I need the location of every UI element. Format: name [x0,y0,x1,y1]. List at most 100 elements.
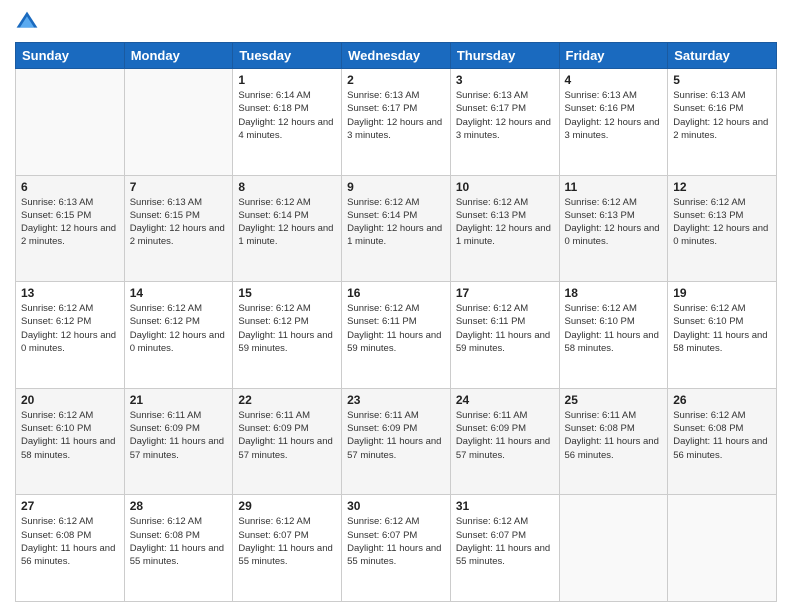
calendar-cell: 30Sunrise: 6:12 AM Sunset: 6:07 PM Dayli… [342,495,451,602]
calendar-cell: 26 Sunrise: 6:12 AM Sunset: 6:08 PM Dayli… [668,388,777,495]
weekday-header-saturday: Saturday [668,43,777,69]
calendar-cell: 4 Sunrise: 6:13 AM Sunset: 6:16 PM Daylig… [559,69,668,176]
week-row-3: 13 Sunrise: 6:12 AM Sunset: 6:12 PM Dayli… [16,282,777,389]
calendar-cell: 16 Sunrise: 6:12 AM Sunset: 6:11 PM Dayli… [342,282,451,389]
day-detail: Sunrise: 6:12 AM Sunset: 6:08 PM Dayligh… [130,515,228,568]
day-detail: Sunrise: 6:14 AM Sunset: 6:18 PM Dayligh… [238,89,336,142]
day-detail: Sunrise: 6:11 AM Sunset: 6:09 PM Dayligh… [347,409,445,462]
logo-icon [15,10,39,34]
calendar-cell: 22 Sunrise: 6:11 AM Sunset: 6:09 PM Dayli… [233,388,342,495]
day-number: 10 [456,180,554,194]
day-number: 8 [238,180,336,194]
day-number: 23 [347,393,445,407]
logo [15,10,43,34]
day-number: 13 [21,286,119,300]
day-detail: Sunrise: 6:11 AM Sunset: 6:09 PM Dayligh… [238,409,336,462]
day-number: 14 [130,286,228,300]
page: SundayMondayTuesdayWednesdayThursdayFrid… [0,0,792,612]
day-number: 16 [347,286,445,300]
day-number: 3 [456,73,554,87]
day-detail: Sunrise: 6:13 AM Sunset: 6:17 PM Dayligh… [347,89,445,142]
day-number: 27 [21,499,119,513]
calendar-cell: 28 Sunrise: 6:12 AM Sunset: 6:08 PM Dayli… [124,495,233,602]
week-row-2: 6 Sunrise: 6:13 AM Sunset: 6:15 PM Daylig… [16,175,777,282]
day-number: 29 [238,499,336,513]
day-detail: Sunrise: 6:12 AM Sunset: 6:12 PM Dayligh… [238,302,336,355]
day-number: 24 [456,393,554,407]
calendar-cell: 9Sunrise: 6:12 AM Sunset: 6:14 PM Daylig… [342,175,451,282]
day-number: 26 [673,393,771,407]
calendar-cell: 15 Sunrise: 6:12 AM Sunset: 6:12 PM Dayli… [233,282,342,389]
weekday-header-thursday: Thursday [450,43,559,69]
calendar-cell: 27 Sunrise: 6:12 AM Sunset: 6:08 PM Dayli… [16,495,125,602]
calendar-cell: 19 Sunrise: 6:12 AM Sunset: 6:10 PM Dayli… [668,282,777,389]
calendar-cell: 23 Sunrise: 6:11 AM Sunset: 6:09 PM Dayli… [342,388,451,495]
day-detail: Sunrise: 6:12 AM Sunset: 6:07 PM Dayligh… [456,515,554,568]
day-detail: Sunrise: 6:12 AM Sunset: 6:10 PM Dayligh… [673,302,771,355]
calendar-cell [668,495,777,602]
day-number: 30 [347,499,445,513]
day-number: 9 [347,180,445,194]
day-detail: Sunrise: 6:12 AM Sunset: 6:13 PM Dayligh… [673,196,771,249]
calendar-cell: 2Sunrise: 6:13 AM Sunset: 6:17 PM Daylig… [342,69,451,176]
day-detail: Sunrise: 6:12 AM Sunset: 6:13 PM Dayligh… [565,196,663,249]
calendar-cell: 14 Sunrise: 6:12 AM Sunset: 6:12 PM Dayli… [124,282,233,389]
day-detail: Sunrise: 6:11 AM Sunset: 6:09 PM Dayligh… [456,409,554,462]
day-number: 1 [238,73,336,87]
day-number: 12 [673,180,771,194]
day-number: 19 [673,286,771,300]
day-detail: Sunrise: 6:12 AM Sunset: 6:12 PM Dayligh… [21,302,119,355]
day-number: 21 [130,393,228,407]
day-detail: Sunrise: 6:12 AM Sunset: 6:11 PM Dayligh… [456,302,554,355]
header [15,10,777,34]
calendar-cell: 10 Sunrise: 6:12 AM Sunset: 6:13 PM Dayli… [450,175,559,282]
calendar-cell: 31 Sunrise: 6:12 AM Sunset: 6:07 PM Dayli… [450,495,559,602]
day-number: 6 [21,180,119,194]
weekday-header-sunday: Sunday [16,43,125,69]
weekday-header-wednesday: Wednesday [342,43,451,69]
day-detail: Sunrise: 6:13 AM Sunset: 6:15 PM Dayligh… [21,196,119,249]
calendar-cell: 1 Sunrise: 6:14 AM Sunset: 6:18 PM Daylig… [233,69,342,176]
calendar-cell: 29 Sunrise: 6:12 AM Sunset: 6:07 PM Dayli… [233,495,342,602]
day-detail: Sunrise: 6:12 AM Sunset: 6:11 PM Dayligh… [347,302,445,355]
calendar-cell: 12 Sunrise: 6:12 AM Sunset: 6:13 PM Dayli… [668,175,777,282]
calendar-cell: 11 Sunrise: 6:12 AM Sunset: 6:13 PM Dayli… [559,175,668,282]
calendar-table: SundayMondayTuesdayWednesdayThursdayFrid… [15,42,777,602]
day-number: 31 [456,499,554,513]
weekday-header-row: SundayMondayTuesdayWednesdayThursdayFrid… [16,43,777,69]
day-detail: Sunrise: 6:12 AM Sunset: 6:08 PM Dayligh… [21,515,119,568]
calendar-cell: 6 Sunrise: 6:13 AM Sunset: 6:15 PM Daylig… [16,175,125,282]
calendar-cell [16,69,125,176]
day-detail: Sunrise: 6:12 AM Sunset: 6:10 PM Dayligh… [21,409,119,462]
day-number: 25 [565,393,663,407]
day-detail: Sunrise: 6:13 AM Sunset: 6:16 PM Dayligh… [565,89,663,142]
day-detail: Sunrise: 6:12 AM Sunset: 6:13 PM Dayligh… [456,196,554,249]
day-detail: Sunrise: 6:12 AM Sunset: 6:08 PM Dayligh… [673,409,771,462]
day-detail: Sunrise: 6:13 AM Sunset: 6:15 PM Dayligh… [130,196,228,249]
calendar-cell: 20 Sunrise: 6:12 AM Sunset: 6:10 PM Dayli… [16,388,125,495]
calendar-cell [124,69,233,176]
calendar-cell: 24 Sunrise: 6:11 AM Sunset: 6:09 PM Dayli… [450,388,559,495]
calendar-cell: 7Sunrise: 6:13 AM Sunset: 6:15 PM Daylig… [124,175,233,282]
day-detail: Sunrise: 6:12 AM Sunset: 6:12 PM Dayligh… [130,302,228,355]
calendar-cell: 5Sunrise: 6:13 AM Sunset: 6:16 PM Daylig… [668,69,777,176]
day-number: 28 [130,499,228,513]
day-number: 11 [565,180,663,194]
day-number: 20 [21,393,119,407]
day-number: 4 [565,73,663,87]
day-detail: Sunrise: 6:12 AM Sunset: 6:14 PM Dayligh… [238,196,336,249]
calendar-cell: 13 Sunrise: 6:12 AM Sunset: 6:12 PM Dayli… [16,282,125,389]
day-detail: Sunrise: 6:13 AM Sunset: 6:17 PM Dayligh… [456,89,554,142]
weekday-header-monday: Monday [124,43,233,69]
day-number: 22 [238,393,336,407]
weekday-header-friday: Friday [559,43,668,69]
day-number: 17 [456,286,554,300]
day-detail: Sunrise: 6:12 AM Sunset: 6:07 PM Dayligh… [238,515,336,568]
calendar-cell: 18Sunrise: 6:12 AM Sunset: 6:10 PM Dayli… [559,282,668,389]
calendar-cell: 25 Sunrise: 6:11 AM Sunset: 6:08 PM Dayli… [559,388,668,495]
day-detail: Sunrise: 6:11 AM Sunset: 6:08 PM Dayligh… [565,409,663,462]
calendar-cell: 17 Sunrise: 6:12 AM Sunset: 6:11 PM Dayli… [450,282,559,389]
day-number: 15 [238,286,336,300]
day-detail: Sunrise: 6:13 AM Sunset: 6:16 PM Dayligh… [673,89,771,142]
day-number: 18 [565,286,663,300]
